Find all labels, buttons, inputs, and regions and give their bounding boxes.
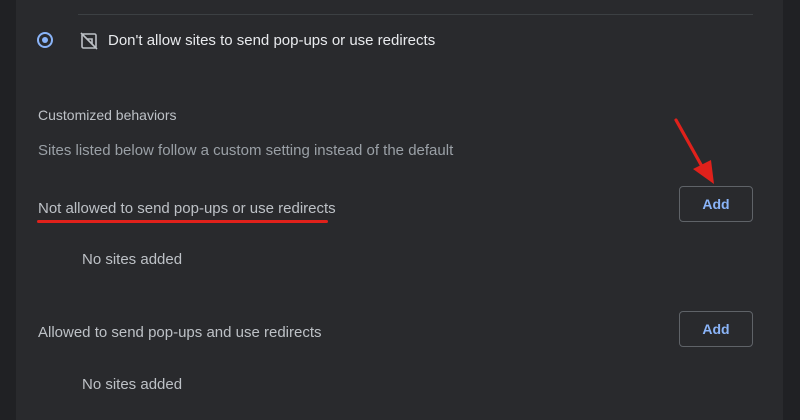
customized-behaviors-description: Sites listed below follow a custom setti… xyxy=(38,142,454,159)
blocked-list-label: Not allowed to send pop-ups or use redir… xyxy=(38,200,336,217)
annotation-underline xyxy=(37,220,328,223)
add-blocked-site-button[interactable]: Add xyxy=(679,186,753,222)
allowed-list-label: Allowed to send pop-ups and use redirect… xyxy=(38,324,322,341)
annotation-arrow-icon xyxy=(674,118,714,184)
add-allowed-site-button[interactable]: Add xyxy=(679,311,753,347)
customized-behaviors-heading: Customized behaviors xyxy=(38,107,177,123)
dont-allow-popups-label[interactable]: Don't allow sites to send pop-ups or use… xyxy=(108,32,435,50)
dont-allow-popups-radio[interactable] xyxy=(37,32,53,48)
settings-page: Don't allow sites to send pop-ups or use… xyxy=(0,0,800,420)
popup-blocked-icon xyxy=(80,32,98,50)
allowed-list-empty-text: No sites added xyxy=(82,376,183,393)
section-divider xyxy=(78,14,753,15)
blocked-list-empty-text: No sites added xyxy=(82,251,183,268)
